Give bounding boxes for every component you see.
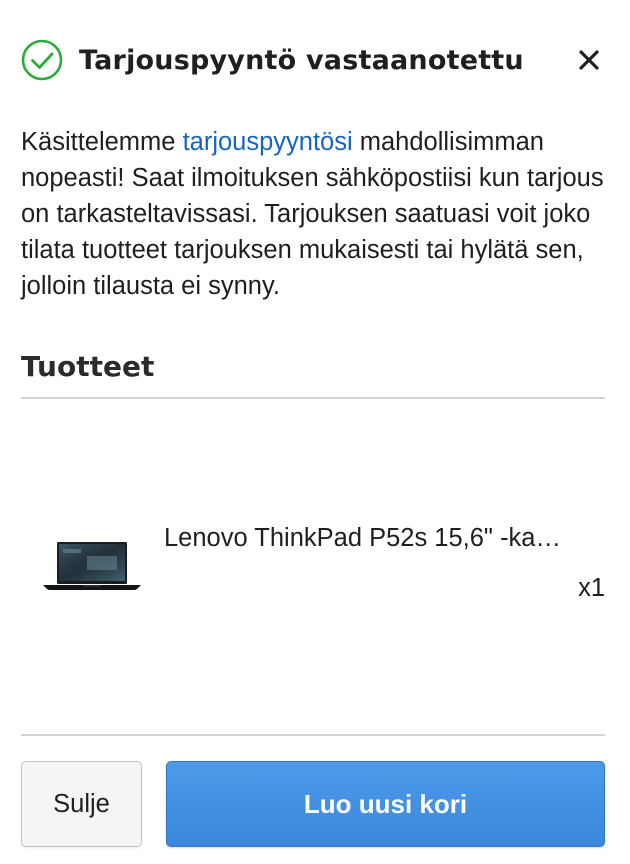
close-icon	[579, 50, 599, 70]
quote-request-dialog: Tarjouspyyntö vastaanotettu Käsittelemme…	[0, 0, 630, 864]
close-button[interactable]	[569, 40, 609, 80]
product-item: Lenovo ThinkPad P52s 15,6" -ka… x1	[21, 520, 605, 610]
quote-request-link[interactable]: tarjouspyyntösi	[183, 128, 353, 156]
products-heading: Tuotteet	[21, 350, 155, 383]
laptop-image	[43, 542, 141, 590]
dialog-title: Tarjouspyyntö vastaanotettu	[79, 44, 524, 76]
dialog-header: Tarjouspyyntö vastaanotettu	[21, 36, 605, 84]
message-text-start: Käsittelemme	[21, 128, 183, 156]
divider	[21, 397, 605, 399]
product-name[interactable]: Lenovo ThinkPad P52s 15,6" -ka…	[164, 524, 605, 553]
divider	[21, 734, 605, 736]
close-dialog-button[interactable]: Sulje	[21, 761, 142, 847]
check-circle-icon	[21, 39, 63, 81]
create-new-cart-button[interactable]: Luo uusi kori	[166, 761, 605, 847]
confirmation-message: Käsittelemme tarjouspyyntösi mahdollisim…	[21, 124, 611, 304]
product-quantity: x1	[578, 574, 605, 602]
